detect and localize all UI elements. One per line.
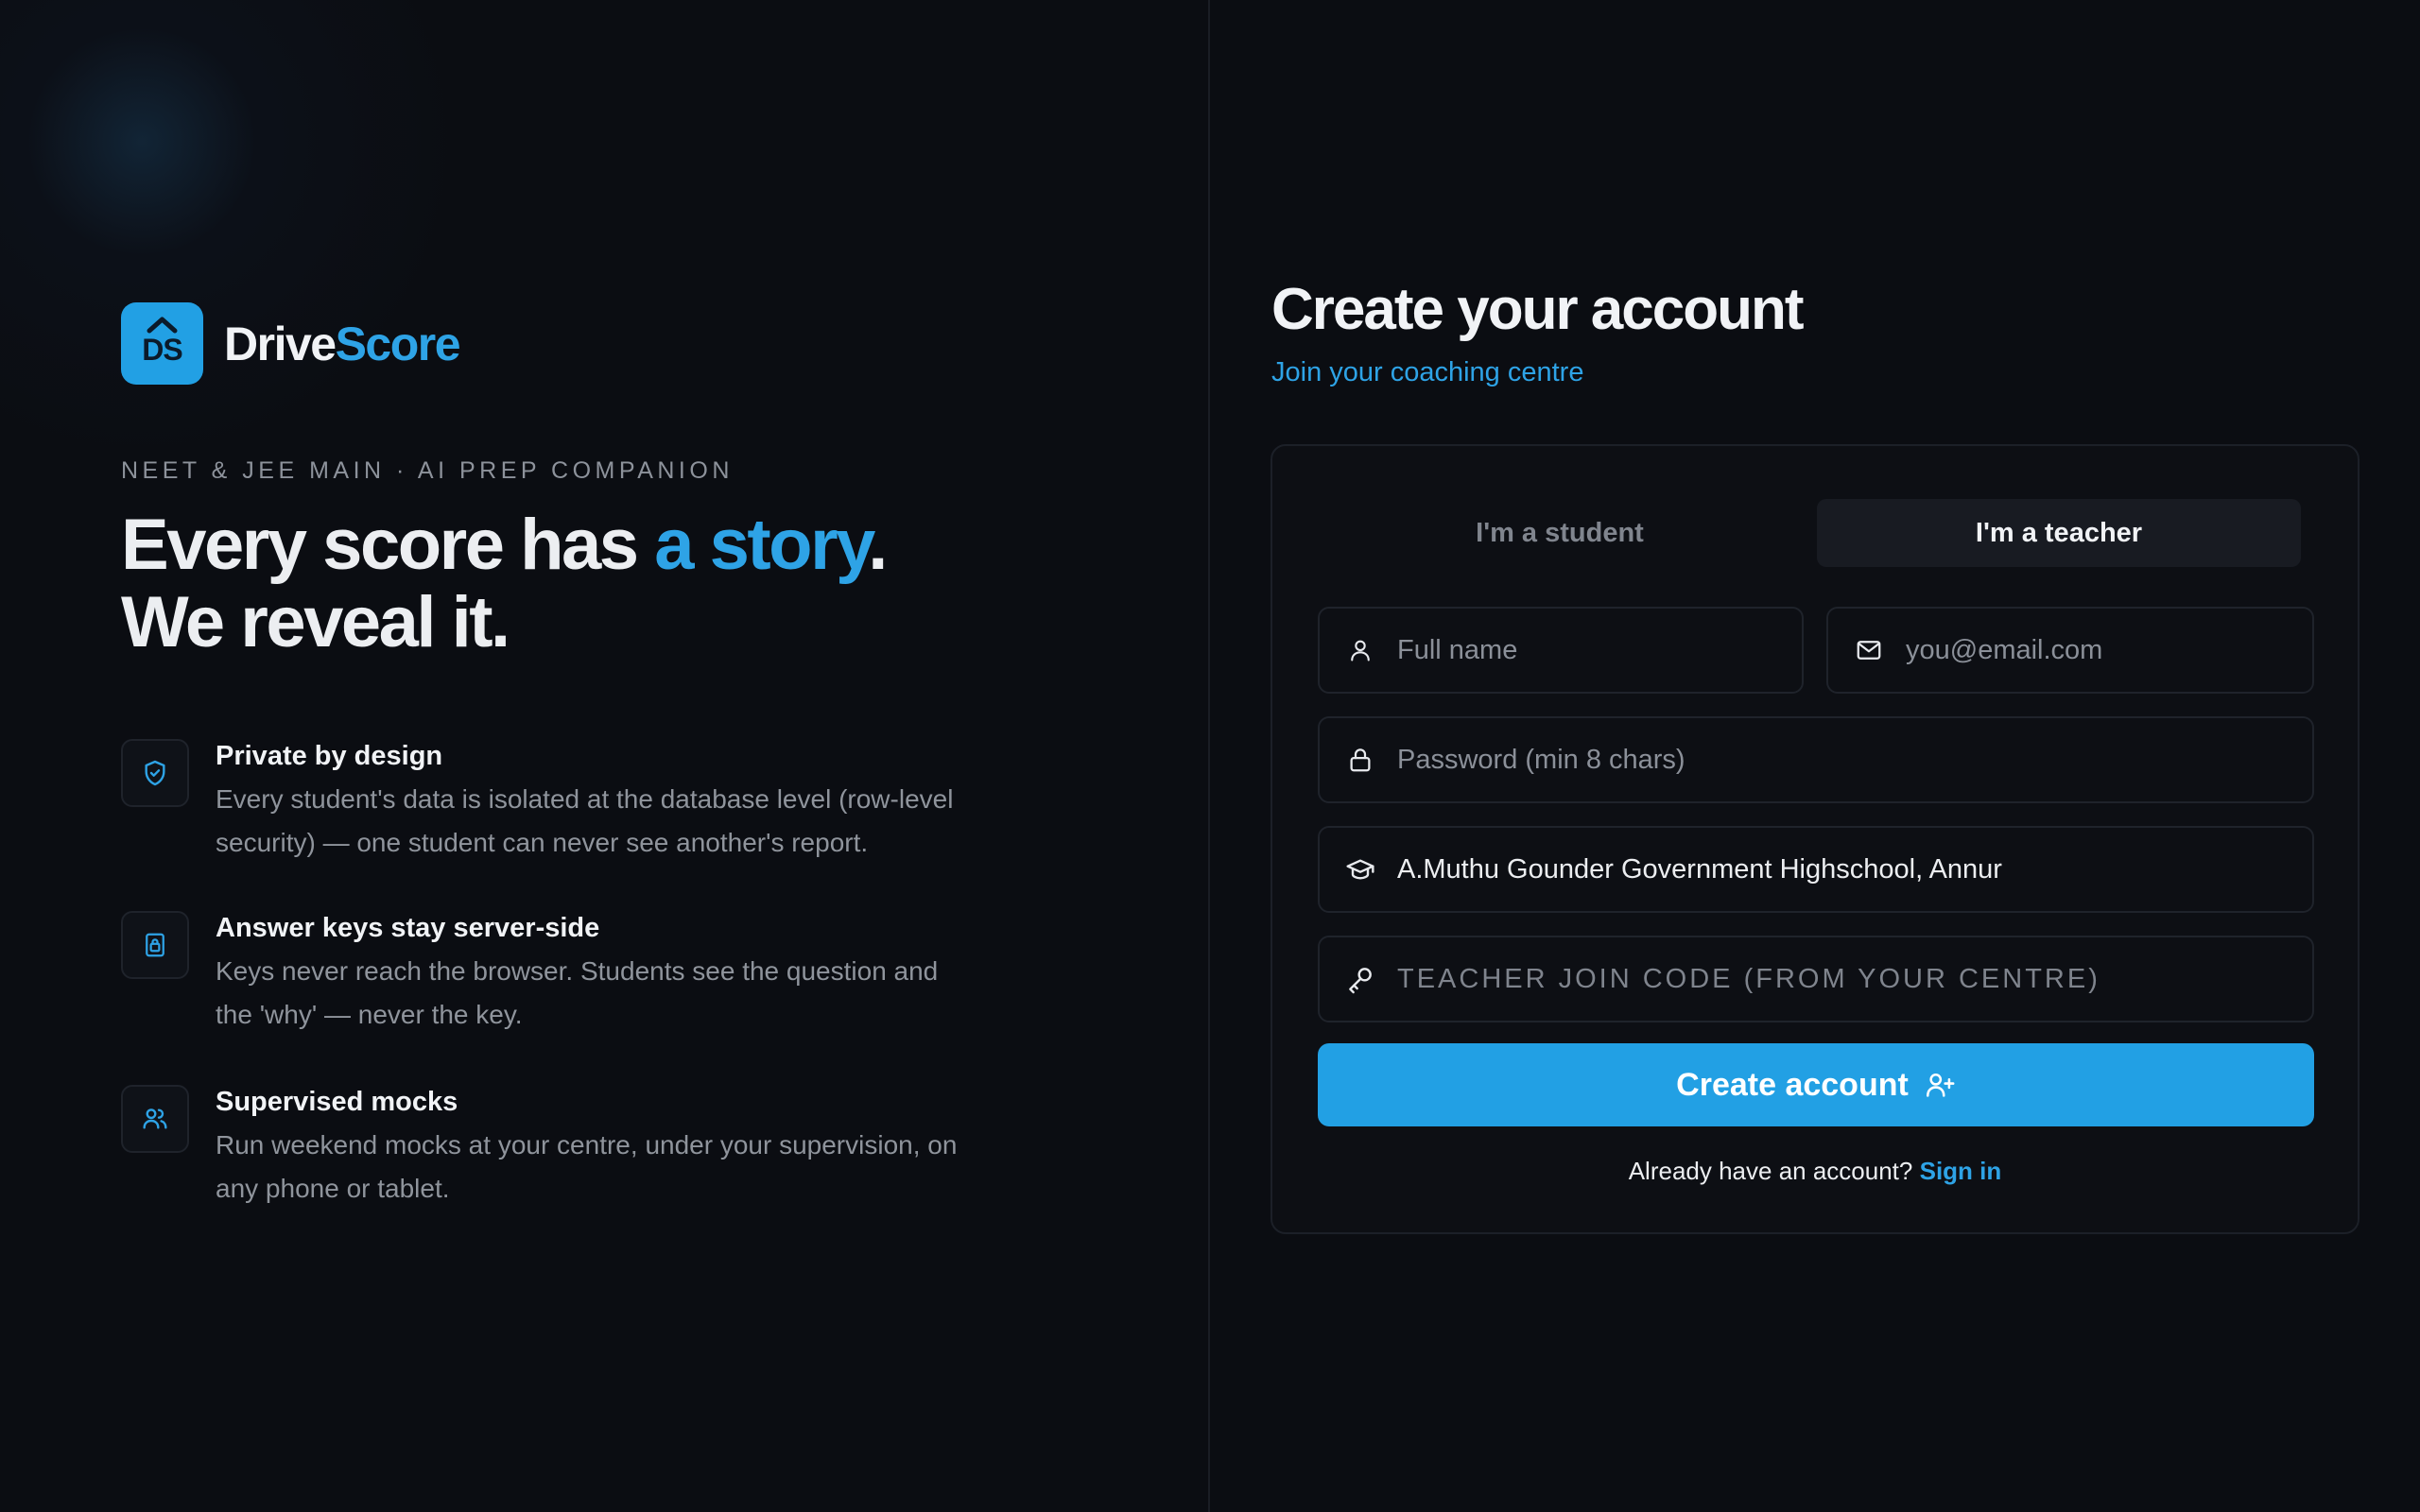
hero-headline: Every score has a story. We reveal it. bbox=[121, 505, 888, 662]
role-toggle: I'm a student I'm a teacher bbox=[1318, 499, 2301, 567]
feature-description: Every student's data is isolated at the … bbox=[216, 784, 954, 857]
form-subtitle: Join your coaching centre bbox=[1271, 357, 1584, 387]
shield-check-icon bbox=[121, 739, 189, 807]
feature-description: Run weekend mocks at your centre, under … bbox=[216, 1130, 958, 1203]
headline-period: . bbox=[868, 505, 888, 585]
feature-description: Keys never reach the browser. Students s… bbox=[216, 956, 939, 1029]
feature-text: Private by design Every student's data i… bbox=[216, 739, 1047, 865]
headline-accent: a story bbox=[654, 505, 871, 585]
brand-name: DriveScore bbox=[224, 317, 461, 371]
feature-text: Supervised mocks Run weekend mocks at yo… bbox=[216, 1085, 991, 1211]
brand: DS DriveScore bbox=[121, 302, 461, 385]
feature-title: Answer keys stay server-side bbox=[216, 913, 600, 943]
form-title: Create your account bbox=[1271, 277, 1805, 342]
headline-part1: Every score has bbox=[121, 505, 655, 585]
feature-answer-keys: Answer keys stay server-side Keys never … bbox=[121, 911, 991, 1037]
tab-teacher[interactable]: I'm a teacher bbox=[1817, 499, 2301, 567]
join-code-field[interactable] bbox=[1318, 936, 2314, 1022]
signup-card: I'm a student I'm a teacher Full name yo… bbox=[1270, 444, 2360, 1234]
feature-title: Private by design bbox=[216, 741, 443, 771]
key-icon bbox=[1344, 963, 1376, 995]
headline-line2: We reveal it. bbox=[121, 582, 510, 662]
school-input[interactable] bbox=[1397, 853, 2312, 885]
padlock-icon bbox=[1344, 744, 1376, 776]
create-account-label: Create account bbox=[1676, 1066, 1909, 1103]
lock-icon bbox=[121, 911, 189, 979]
tab-student[interactable]: I'm a student bbox=[1318, 499, 1802, 567]
brand-name-part2: Score bbox=[335, 317, 461, 370]
full-name-input[interactable] bbox=[1397, 634, 1802, 666]
password-field[interactable] bbox=[1318, 716, 2314, 803]
email-input[interactable] bbox=[1906, 634, 2312, 666]
logo-text: DS bbox=[142, 333, 182, 367]
full-name-field[interactable] bbox=[1318, 607, 1804, 694]
create-account-button[interactable]: Create account bbox=[1318, 1043, 2314, 1126]
feature-title: Supervised mocks bbox=[216, 1087, 458, 1117]
feature-supervised-mocks: Supervised mocks Run weekend mocks at yo… bbox=[121, 1085, 991, 1211]
hero-kicker: NEET & JEE MAIN · AI PREP COMPANION bbox=[121, 457, 734, 484]
join-code-input[interactable] bbox=[1397, 963, 2312, 995]
password-input[interactable] bbox=[1397, 744, 2312, 776]
feature-text: Answer keys stay server-side Keys never … bbox=[216, 911, 953, 1037]
brand-name-part1: Drive bbox=[224, 317, 337, 370]
school-field[interactable] bbox=[1318, 826, 2314, 913]
user-plus-icon bbox=[1924, 1069, 1956, 1101]
mail-icon bbox=[1853, 634, 1885, 666]
graduation-cap-icon bbox=[1344, 853, 1376, 885]
users-icon bbox=[121, 1085, 189, 1153]
drivescore-logo: DS bbox=[121, 302, 203, 385]
sign-in-link[interactable]: Sign in bbox=[1920, 1157, 2002, 1185]
email-field[interactable] bbox=[1826, 607, 2314, 694]
signin-prompt-text: Already have an account? bbox=[1628, 1157, 1913, 1185]
left-panel: DS DriveScore NEET & JEE MAIN · AI PREP … bbox=[0, 0, 1208, 1512]
signin-prompt: Already have an account? Sign in bbox=[1272, 1157, 2358, 1186]
user-icon bbox=[1344, 634, 1376, 666]
feature-private: Private by design Every student's data i… bbox=[121, 739, 991, 865]
